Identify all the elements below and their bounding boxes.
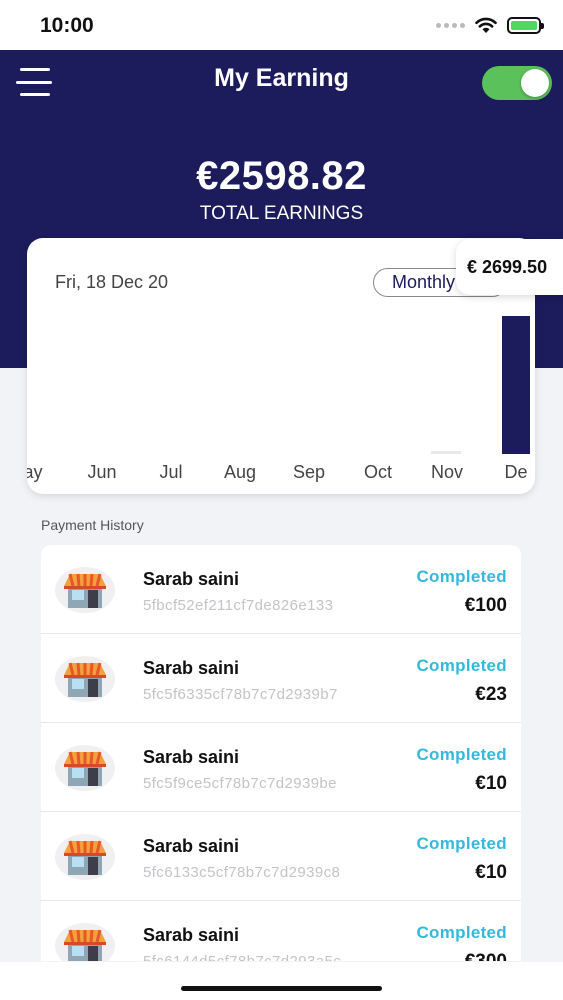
status-bar: 10:00 (0, 0, 563, 50)
page-title: My Earning (214, 64, 349, 92)
transaction-id: 5fc5f9ce5cf78b7c7d2939be (143, 775, 337, 792)
shop-icon (55, 834, 115, 880)
shop-icon (55, 567, 115, 613)
payment-status: Completed (416, 656, 507, 675)
x-tick-oct: Oct (364, 462, 392, 482)
chart-date: Fri, 18 Dec 20 (55, 272, 169, 292)
x-tick-sep: Sep (293, 462, 325, 482)
x-tick-jul: Jul (159, 462, 182, 482)
signal-icon (436, 23, 465, 28)
payment-amount: €10 (475, 862, 507, 883)
payment-row[interactable]: Sarab saini 5fc5f6335cf78b7c7d2939b7 Com… (41, 634, 521, 723)
payment-amount: €300 (465, 951, 507, 961)
payment-row[interactable]: Sarab saini 5fbcf52ef211cf7de826e133 Com… (41, 545, 521, 634)
home-indicator[interactable] (181, 986, 382, 991)
x-tick-jun: Jun (87, 462, 116, 482)
earning-toggle[interactable] (482, 66, 552, 100)
payment-status: Completed (416, 923, 507, 942)
transaction-id: 5fc6144d5cf78b7c7d293a5c (143, 953, 403, 961)
status-time: 10:00 (40, 14, 94, 37)
total-earnings-amount: €2598.82 (196, 154, 367, 198)
payment-row[interactable]: Sarab saini 5fc5f9ce5cf78b7c7d2939be Com… (41, 723, 521, 812)
shop-icon (55, 656, 115, 702)
payment-history-title: Payment History (41, 517, 144, 533)
total-earnings-label: TOTAL EARNINGS (199, 203, 364, 224)
shop-icon (55, 745, 115, 791)
bar-nov-baseline (431, 451, 461, 454)
transaction-id: 5fbcf52ef211cf7de826e133 (143, 597, 334, 614)
payment-amount: €100 (464, 595, 507, 616)
transaction-id: 5fc5f6335cf78b7c7d2939b7 (143, 686, 338, 703)
x-tick-may: ay (27, 462, 43, 482)
payment-amount: €23 (475, 684, 507, 705)
wifi-icon (475, 17, 497, 33)
shop-icon (55, 923, 115, 961)
payer-name: Sarab saini (143, 747, 240, 767)
x-tick-aug: Aug (224, 462, 256, 482)
transaction-id: 5fc6133c5cf78b7c7d2939c8 (143, 864, 341, 881)
payment-status: Completed (416, 567, 507, 586)
chart-value-tooltip: € 2699.50 (456, 239, 563, 295)
tooltip-value: € 2699.50 (467, 257, 548, 277)
payment-status: Completed (416, 745, 507, 764)
bottom-safe-area (0, 962, 563, 1000)
status-icons (436, 17, 544, 34)
payer-name: Sarab saini (143, 658, 240, 678)
payment-history-list: Sarab saini 5fbcf52ef211cf7de826e133 Com… (41, 545, 521, 961)
x-tick-nov: Nov (431, 462, 463, 482)
payer-name: Sarab saini (143, 569, 240, 589)
payer-name: Sarab saini (143, 836, 240, 856)
payment-status: Completed (416, 834, 507, 853)
bar-dec[interactable] (502, 316, 530, 454)
toggle-knob (521, 69, 549, 97)
payment-amount: €10 (475, 773, 507, 794)
payment-row[interactable]: Sarab saini 5fc6144d5cf78b7c7d293a5c Com… (41, 901, 521, 961)
battery-icon (507, 17, 544, 34)
x-tick-dec: De (504, 462, 527, 482)
payment-row[interactable]: Sarab saini 5fc6133c5cf78b7c7d2939c8 Com… (41, 812, 521, 901)
payer-name: Sarab saini (143, 925, 240, 945)
